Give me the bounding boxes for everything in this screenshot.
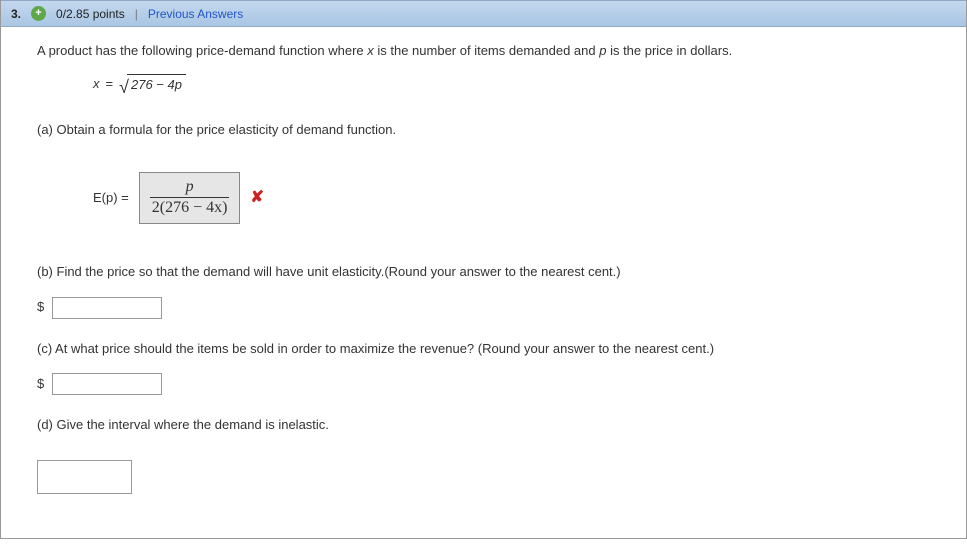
part-d-input-row: [37, 450, 930, 494]
part-a-answer-row: E(p) = p 2(276 − 4x) ✘: [37, 154, 930, 251]
incorrect-icon: ✘: [250, 185, 263, 211]
ep-label: E(p) =: [93, 188, 129, 209]
divider: |: [135, 7, 138, 21]
fraction: p 2(276 − 4x): [150, 177, 230, 216]
part-a-answer-box[interactable]: p 2(276 − 4x): [139, 172, 241, 223]
part-c-label: (c) At what price should the items be so…: [37, 339, 930, 360]
part-d-input[interactable]: [37, 460, 132, 494]
dollar-sign-c: $: [37, 374, 44, 395]
equals-sign: =: [106, 74, 114, 95]
intro-mid: is the number of items demanded and: [374, 43, 599, 58]
frac-denominator: 2(276 − 4x): [150, 197, 230, 217]
part-c-input-row: $: [37, 373, 930, 395]
question-number: 3.: [11, 7, 21, 21]
intro-after: is the price in dollars.: [606, 43, 732, 58]
previous-answers-link[interactable]: Previous Answers: [148, 7, 243, 21]
part-c-input[interactable]: [52, 373, 162, 395]
sqrt-icon: √ 276 − 4p: [119, 74, 186, 96]
question-header: 3. + 0/2.85 points | Previous Answers: [1, 0, 966, 27]
part-b-input-row: $: [37, 297, 930, 319]
intro-before: A product has the following price-demand…: [37, 43, 367, 58]
part-a-label: (a) Obtain a formula for the price elast…: [37, 120, 930, 141]
formula-lhs: x: [93, 74, 100, 95]
question-container: 3. + 0/2.85 points | Previous Answers A …: [0, 0, 967, 539]
part-b-label: (b) Find the price so that the demand wi…: [37, 262, 930, 283]
part-d-label: (d) Give the interval where the demand i…: [37, 415, 930, 436]
sqrt-body: 276 − 4p: [127, 74, 186, 96]
part-b-input[interactable]: [52, 297, 162, 319]
dollar-sign-b: $: [37, 297, 44, 318]
expand-icon[interactable]: +: [31, 6, 46, 21]
intro-text: A product has the following price-demand…: [37, 41, 930, 62]
frac-numerator: p: [184, 177, 196, 196]
points-label: 0/2.85 points: [56, 7, 125, 21]
demand-formula: x = √ 276 − 4p: [37, 70, 930, 110]
question-body: A product has the following price-demand…: [1, 27, 966, 538]
